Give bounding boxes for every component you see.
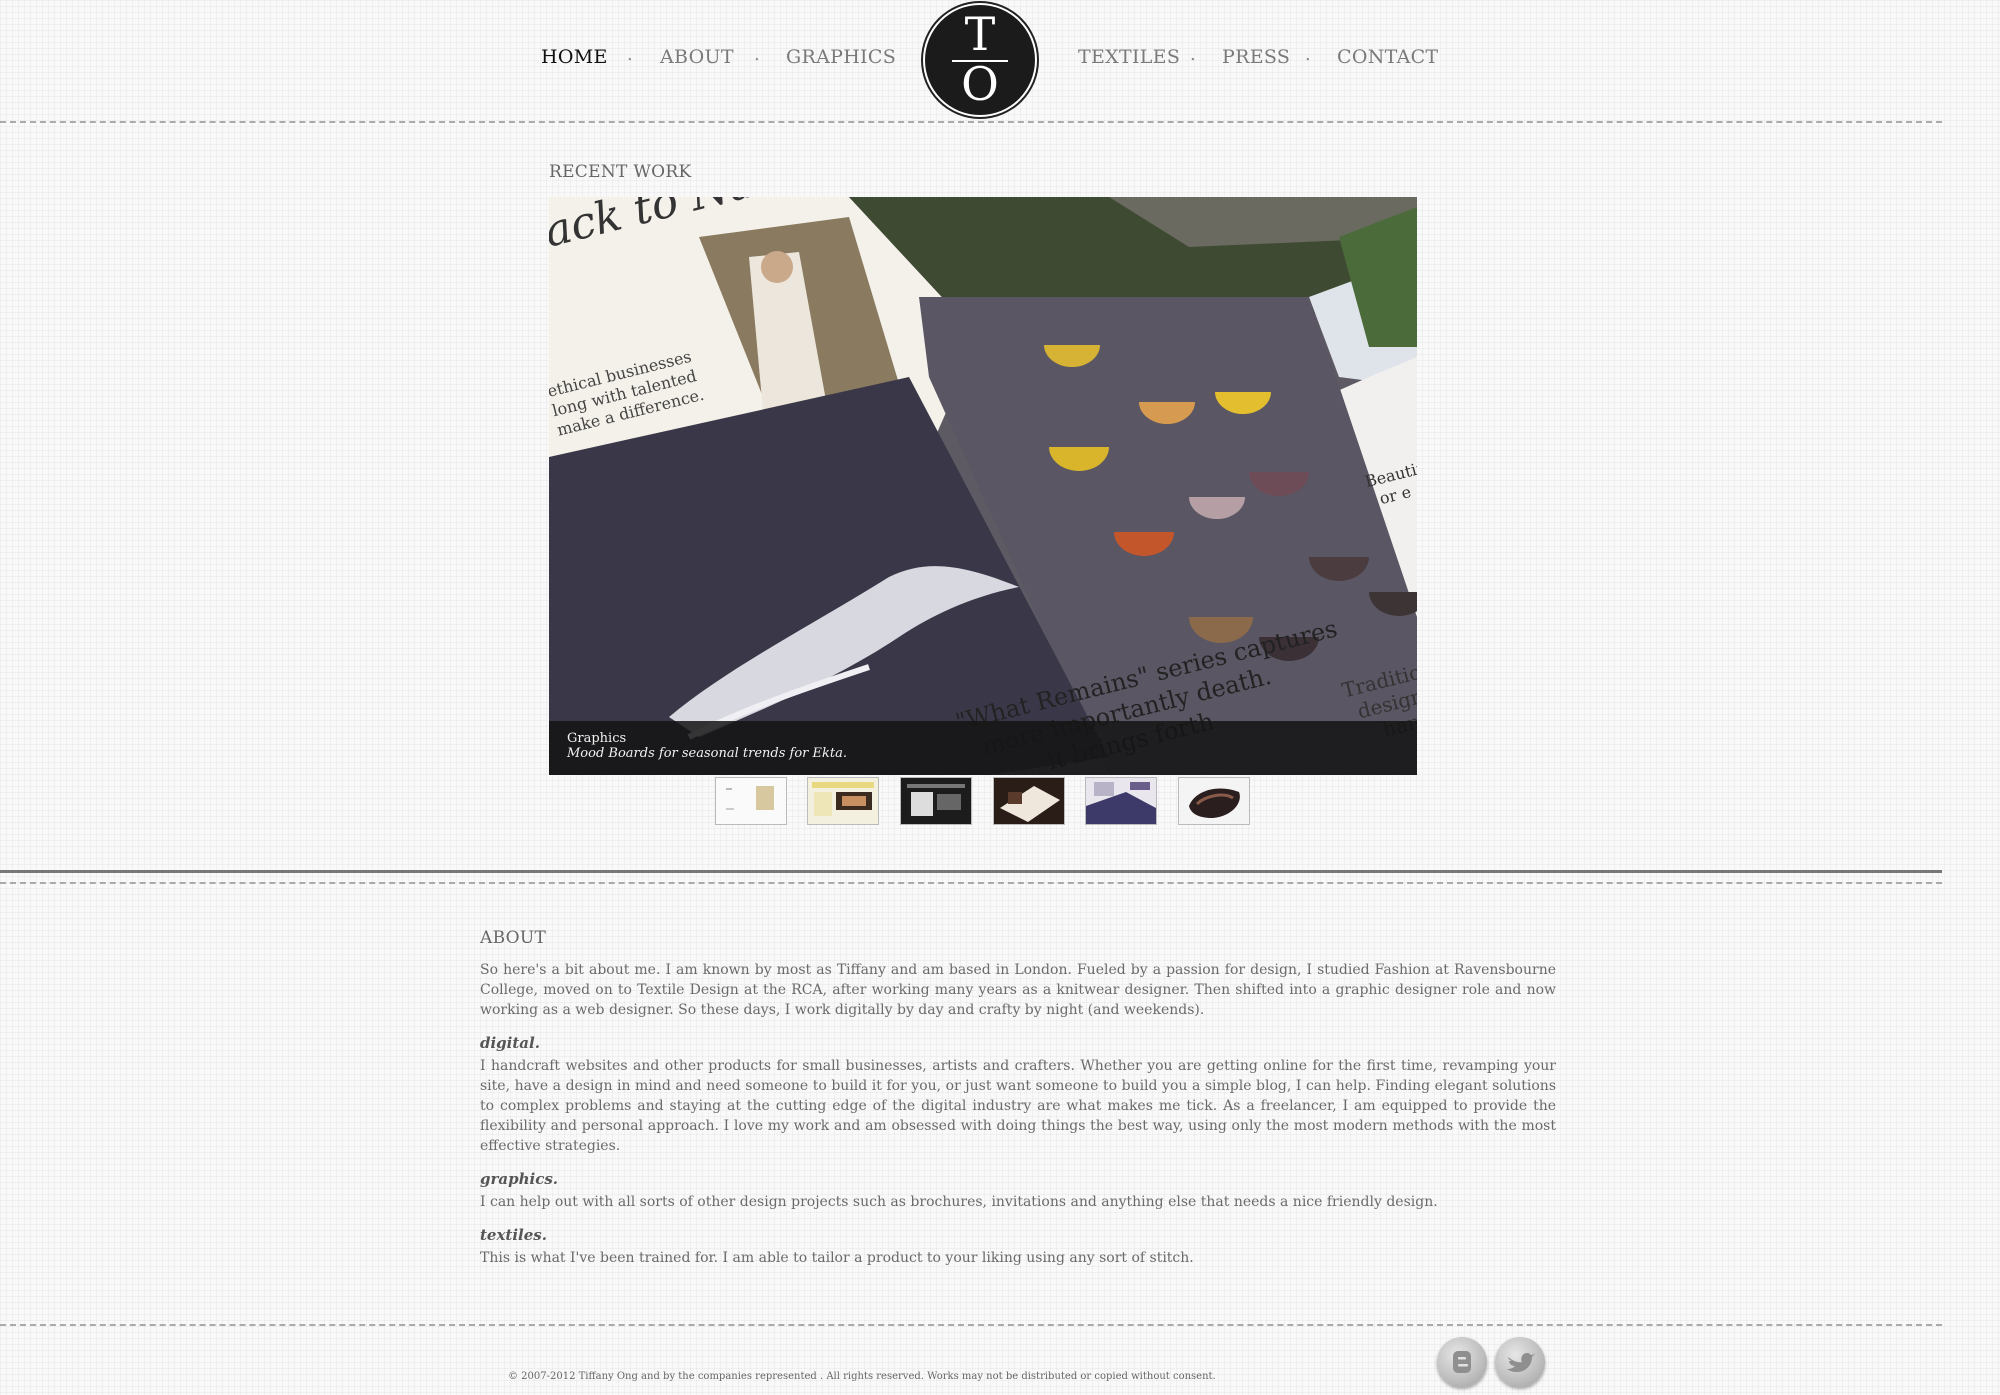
section-divider-dashed [0, 882, 1942, 884]
nav-separator: . [1305, 44, 1311, 65]
about-section: ABOUT So here's a bit about me. I am kno… [480, 928, 1556, 1268]
about-graphics-title: graphics. [480, 1170, 559, 1188]
recent-work-slideshow[interactable]: ack to Natu ethical businesses long with… [549, 197, 1417, 775]
thumb-dark-web [901, 778, 971, 824]
nav-separator: . [754, 44, 760, 65]
section-divider [0, 870, 1942, 873]
logo-letter-top: T [964, 7, 996, 61]
thumb-white-page [716, 778, 786, 824]
slide-thumbnail-4[interactable] [993, 777, 1065, 825]
thumb-purple-print [1086, 778, 1156, 824]
slide-thumbnail-6[interactable] [1178, 777, 1250, 825]
site-logo[interactable]: T O [925, 5, 1035, 115]
about-heading: ABOUT [480, 928, 547, 948]
about-textiles-text: This is what I've been trained for. I am… [480, 1250, 1194, 1266]
footer-copyright: © 2007-2012 Tiffany Ong and by the compa… [508, 1371, 1216, 1382]
blogger-icon [1453, 1351, 1471, 1373]
nav-separator: . [627, 44, 633, 65]
slide-thumbnail-1[interactable] [715, 777, 787, 825]
main-navigation: HOME . ABOUT . GRAPHICS T O TEXTILES . P… [0, 0, 2000, 120]
nav-press-link[interactable]: PRESS [1222, 46, 1290, 68]
thumb-yellow-web [808, 778, 878, 824]
nav-about-link[interactable]: ABOUT [660, 46, 734, 68]
slide-caption: Graphics Mood Boards for seasonal trends… [549, 721, 1417, 775]
slide-thumbnail-3[interactable] [900, 777, 972, 825]
caption-description: Mood Boards for seasonal trends for Ekta… [567, 746, 847, 761]
header-divider [0, 121, 1942, 123]
nav-graphics-link[interactable]: GRAPHICS [786, 46, 896, 68]
about-digital-title: digital. [480, 1034, 540, 1052]
thumb-brown-board [994, 778, 1064, 824]
nav-home-link[interactable]: HOME [541, 46, 608, 68]
twitter-button[interactable] [1495, 1337, 1545, 1387]
about-graphics-text: I can help out with all sorts of other d… [480, 1194, 1438, 1210]
logo-letter-bottom: O [961, 57, 999, 111]
caption-title: Graphics [567, 731, 627, 746]
slide-thumbnail-2[interactable] [807, 777, 879, 825]
twitter-icon [1507, 1353, 1535, 1372]
thumb-black-bag [1179, 778, 1249, 824]
about-textiles-title: textiles. [480, 1226, 547, 1244]
slide-thumbnail-5[interactable] [1085, 777, 1157, 825]
nav-separator: . [1190, 44, 1196, 65]
recent-work-heading: RECENT WORK [549, 162, 692, 182]
about-digital-text: I handcraft websites and other products … [480, 1058, 1556, 1154]
blogger-button[interactable] [1437, 1337, 1487, 1387]
slide-image: ack to Natu ethical businesses long with… [549, 197, 1417, 775]
about-intro: So here's a bit about me. I am known by … [480, 962, 1556, 1018]
nav-contact-link[interactable]: CONTACT [1337, 46, 1438, 68]
footer-divider [0, 1324, 1942, 1326]
nav-textiles-link[interactable]: TEXTILES [1078, 46, 1180, 68]
